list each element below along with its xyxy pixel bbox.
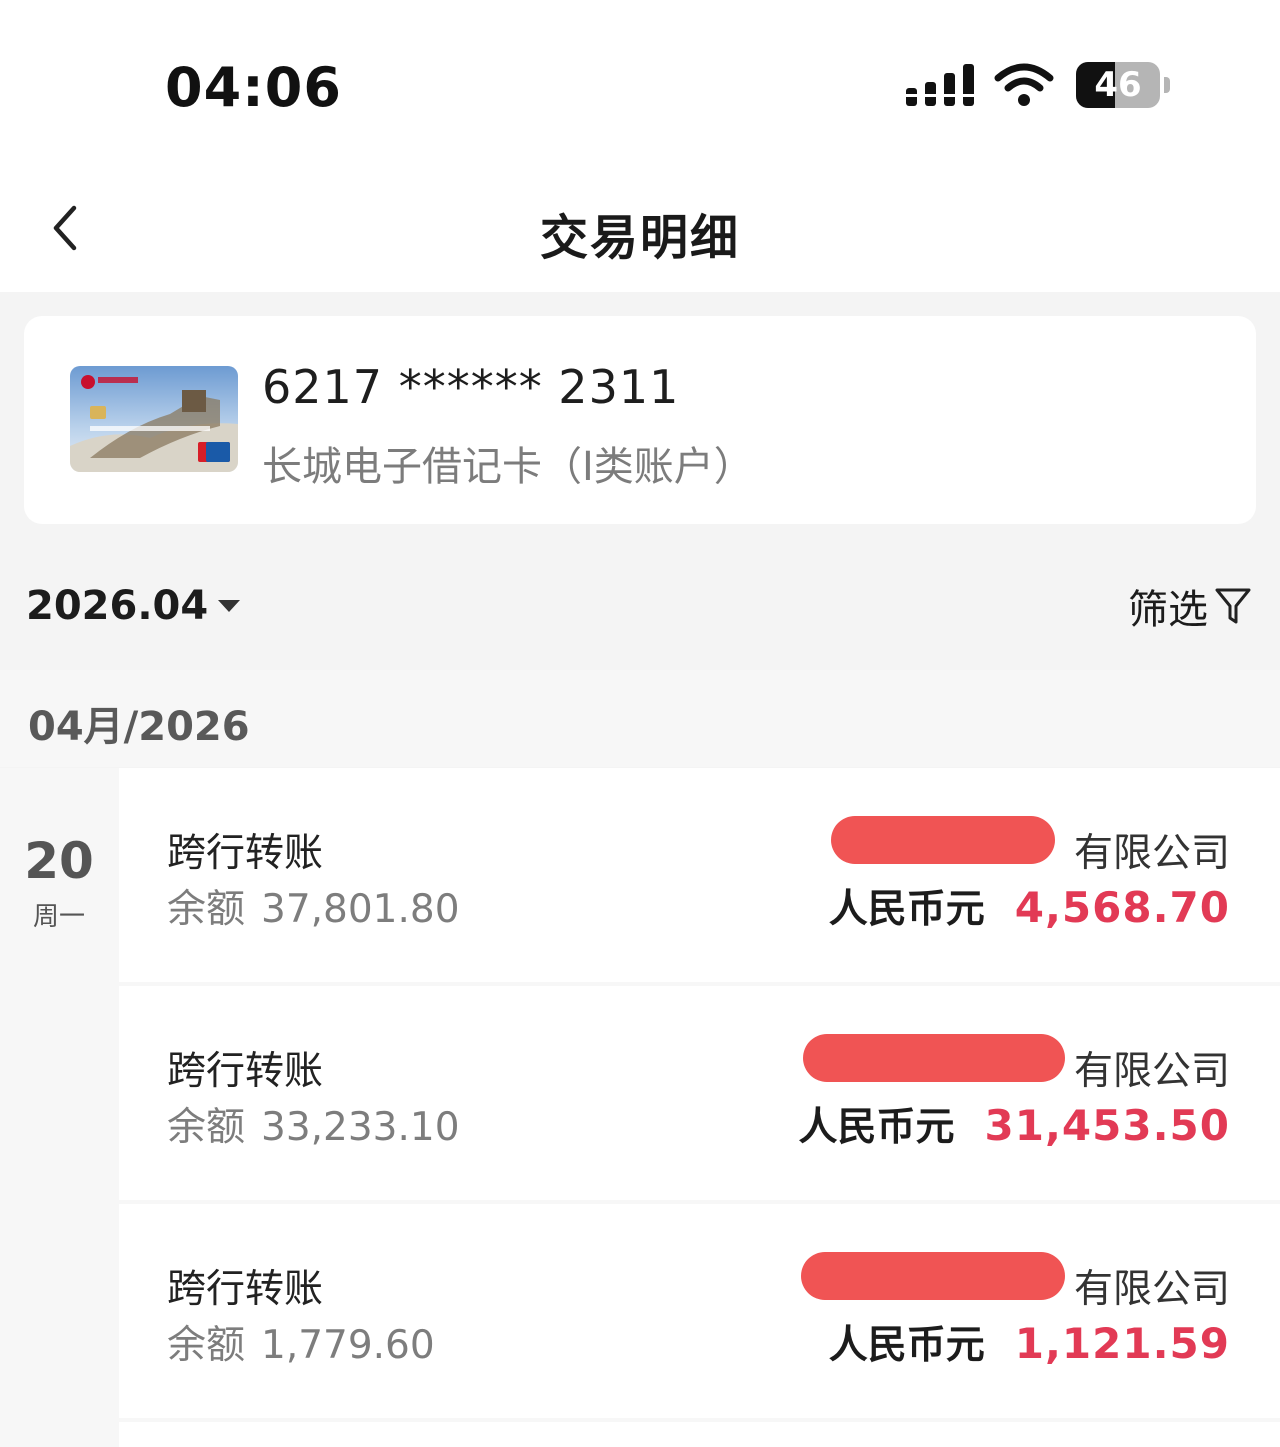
day-column: 20 周一 [0,768,118,1447]
transaction-type: 跨行转账 [167,831,324,876]
transaction-amount: 31,453.50 [984,1101,1230,1150]
balance-value: 37,801.80 [261,887,460,932]
selected-month: 2026.04 [26,583,209,629]
transaction-row[interactable]: 跨行转账 余额 1,779.60 有限公司 人民币元 1,121.59 [119,1204,1280,1418]
transaction-amount: 4,568.70 [1014,883,1230,932]
transaction-type: 跨行转账 [167,1267,324,1312]
funnel-icon [1215,588,1251,624]
transaction-amount-row: 人民币元 31,453.50 [799,1096,1231,1152]
card-type: 长城电子借记卡（I类账户） [262,444,754,490]
status-bar: 04:06 46 [0,0,1280,170]
weekday-label: 周一 [32,902,85,932]
battery-level: 46 [1094,65,1142,105]
transaction-balance: 余额 37,801.80 [167,878,460,934]
currency-label: 人民币元 [828,1323,985,1368]
balance-label: 余额 [167,887,246,932]
card-number: 6217 ****** 2311 [262,360,680,414]
account-card-panel[interactable]: 6217 ****** 2311 长城电子借记卡（I类账户） [24,316,1256,524]
counterparty-name: 有限公司 [1073,1267,1230,1312]
redaction-mark [801,1252,1065,1300]
month-selector[interactable]: 2026.04 [26,580,241,632]
transaction-row-partial[interactable] [119,1422,1280,1447]
day-number: 20 [24,832,94,890]
battery-icon: 46 [1076,62,1170,110]
redaction-mark [803,1034,1065,1082]
wifi-icon [994,63,1054,106]
counterparty-name: 有限公司 [1073,1049,1230,1094]
bank-card-image [70,366,238,472]
counterparty-name: 有限公司 [1073,831,1230,876]
month-group-header: 04月/2026 [0,670,1280,767]
filter-label: 筛选 [1128,587,1208,633]
balance-value: 1,779.60 [261,1323,435,1368]
transaction-balance: 余额 33,233.10 [167,1096,460,1152]
transaction-row[interactable]: 跨行转账 余额 37,801.80 有限公司 人民币元 4,568.70 [119,768,1280,982]
transaction-amount: 1,121.59 [1014,1319,1230,1368]
currency-label: 人民币元 [828,887,985,932]
transaction-amount-row: 人民币元 4,568.70 [829,878,1230,934]
balance-value: 33,233.10 [261,1105,460,1150]
transaction-type: 跨行转账 [167,1049,324,1094]
caret-down-icon [218,600,241,612]
transaction-amount-row: 人民币元 1,121.59 [829,1314,1230,1370]
transaction-list: 20 周一 跨行转账 余额 37,801.80 有限公司 人民币元 4,568.7… [0,768,1280,1447]
currency-label: 人民币元 [798,1105,955,1150]
transaction-row[interactable]: 跨行转账 余额 33,233.10 有限公司 人民币元 31,453.50 [119,986,1280,1200]
transaction-balance: 余额 1,779.60 [167,1314,435,1370]
page-title: 交易明细 [539,210,740,266]
filter-button[interactable]: 筛选 [1128,580,1252,633]
redaction-mark [831,816,1055,864]
nav-bar: 交易明细 [0,170,1280,292]
status-time: 04:06 [165,56,342,119]
signal-icon [906,64,974,106]
balance-label: 余额 [167,1323,246,1368]
balance-label: 余额 [167,1105,246,1150]
month-group-label: 04月/2026 [28,704,250,750]
